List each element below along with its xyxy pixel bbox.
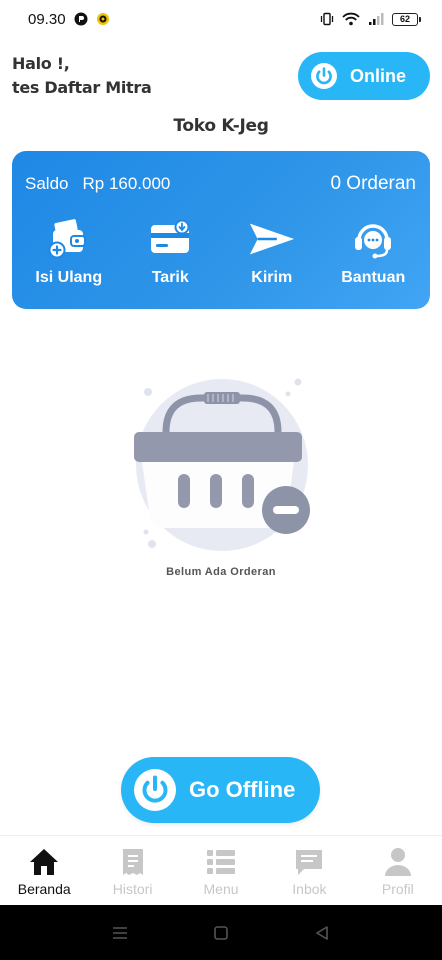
headset-icon xyxy=(349,217,397,261)
nav-item-profil[interactable]: Profil xyxy=(354,836,442,905)
notification-app-icon xyxy=(74,12,88,26)
send-icon xyxy=(248,217,296,261)
go-offline-label: Go Offline xyxy=(189,777,296,802)
status-right: 62 xyxy=(320,12,421,26)
greeting-line-2: tes Daftar Mitra xyxy=(12,78,152,97)
status-bar: 09.30 62 xyxy=(0,0,442,38)
topup-button[interactable]: Isi Ulang xyxy=(21,217,117,287)
home-icon xyxy=(28,846,60,878)
greeting: Halo !, tes Daftar Mitra xyxy=(12,52,152,100)
withdraw-button[interactable]: Tarik xyxy=(122,217,218,287)
nav-label-inbok: Inbok xyxy=(292,881,327,897)
nav-item-histori[interactable]: Histori xyxy=(88,836,176,905)
topup-label: Isi Ulang xyxy=(35,269,103,286)
withdraw-label: Tarik xyxy=(151,269,189,286)
battery-icon: 62 xyxy=(392,12,421,26)
wifi-icon xyxy=(342,12,360,26)
receipt-icon xyxy=(117,846,149,878)
wallet-actions: Isi Ulang Tarik Kirim Bantuan xyxy=(12,217,430,287)
wallet-card: Saldo Rp 160.000 0 Orderan Isi Ulang Tar… xyxy=(12,151,430,309)
nav-label-beranda: Beranda xyxy=(17,881,71,897)
store-name: Toko K-Jeg xyxy=(173,116,269,136)
nav-label-menu: Menu xyxy=(203,881,239,897)
balance-label: Saldo xyxy=(25,174,69,193)
online-toggle-button[interactable]: Online xyxy=(298,52,430,100)
online-label: Online xyxy=(350,65,407,86)
greeting-line-1: Halo !, xyxy=(12,54,70,73)
nav-item-menu[interactable]: Menu xyxy=(177,836,265,905)
back-icon[interactable] xyxy=(310,921,334,945)
system-nav-bar xyxy=(0,905,442,960)
go-offline-button[interactable]: Go Offline xyxy=(121,757,320,823)
notification-badge-icon xyxy=(96,12,110,26)
send-button[interactable]: Kirim xyxy=(224,217,320,287)
nav-label-profil: Profil xyxy=(381,881,414,897)
chat-icon xyxy=(293,846,325,878)
wallet-summary: Saldo Rp 160.000 0 Orderan xyxy=(25,173,416,195)
empty-basket-icon xyxy=(134,378,310,551)
home-square-icon[interactable] xyxy=(209,921,233,945)
withdraw-card-icon xyxy=(146,217,194,261)
power-icon xyxy=(311,63,337,89)
wallet-add-icon xyxy=(45,217,93,261)
vibrate-icon xyxy=(320,12,334,26)
order-count: 0 Orderan xyxy=(330,173,416,194)
nav-label-histori: Histori xyxy=(112,881,153,897)
status-left: 09.30 xyxy=(28,11,110,28)
bottom-nav: Beranda Histori Menu Inbok Profil xyxy=(0,835,442,905)
balance-value: Rp 160.000 xyxy=(82,174,171,193)
menu-list-icon xyxy=(205,846,237,878)
user-icon xyxy=(382,846,414,878)
empty-state-message: Belum Ada Orderan xyxy=(166,566,276,578)
nav-item-beranda[interactable]: Beranda xyxy=(0,836,88,905)
nav-item-inbok[interactable]: Inbok xyxy=(265,836,353,905)
balance: Saldo Rp 160.000 xyxy=(25,174,170,194)
help-label: Bantuan xyxy=(341,269,406,286)
send-label: Kirim xyxy=(251,269,293,286)
status-time: 09.30 xyxy=(28,10,66,28)
recents-icon[interactable] xyxy=(108,921,132,945)
power-icon xyxy=(134,769,176,811)
signal-icon xyxy=(368,12,384,26)
help-button[interactable]: Bantuan xyxy=(325,217,421,287)
